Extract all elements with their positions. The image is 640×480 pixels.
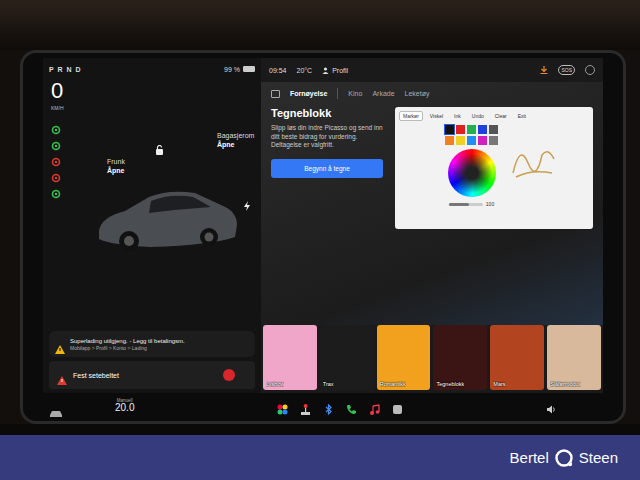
brand-logo-icon	[554, 448, 574, 468]
touch-screen: P R N D 99 % 0 KM/H FrunkÅpne BagasjeromÅpne S…	[20, 50, 626, 424]
battery-icon	[243, 66, 255, 72]
color-swatch[interactable]	[456, 125, 465, 134]
color-swatch[interactable]	[489, 125, 498, 134]
size-slider[interactable]	[449, 203, 483, 206]
feature-title: Tegneblokk	[271, 107, 383, 119]
download-icon[interactable]	[540, 66, 548, 74]
dealer-footer: Bertel Steen	[0, 435, 640, 480]
gear-selector: P R N D	[49, 66, 82, 73]
music-icon[interactable]	[369, 401, 380, 412]
app-launcher-icon[interactable]	[392, 401, 403, 412]
color-swatch[interactable]	[456, 136, 465, 145]
start-drawing-button[interactable]: Begynn å tegne	[271, 159, 383, 178]
tool-button[interactable]: Markør	[399, 111, 423, 121]
car-icon	[91, 179, 241, 259]
microphone-icon[interactable]	[223, 369, 235, 381]
brand-name: Steen	[579, 449, 618, 466]
color-swatch[interactable]	[467, 125, 476, 134]
charge-port-icon[interactable]	[243, 197, 251, 207]
tool-button[interactable]: Ink	[450, 111, 465, 121]
tab[interactable]: Arkade	[372, 88, 394, 99]
speed: 0	[51, 79, 63, 103]
color-swatch[interactable]	[467, 136, 476, 145]
size-value: 100	[486, 201, 494, 207]
airbag-icon	[585, 65, 595, 75]
indicator-icon	[51, 169, 61, 179]
color-swatch[interactable]	[445, 125, 454, 134]
color-swatch[interactable]	[445, 136, 454, 145]
indicator-icon	[51, 121, 61, 131]
color-swatch[interactable]	[478, 136, 487, 145]
warning-icon	[55, 340, 65, 349]
app-tile-row: LyshowTraxRomantikkTegneblokkMarsSjåførm…	[261, 325, 603, 393]
lock-icon[interactable]	[155, 141, 164, 151]
app-tile[interactable]: Romantikk	[377, 325, 431, 390]
brand-name: Bertel	[510, 449, 549, 466]
clock: 09:54	[269, 67, 287, 74]
indicator-icon	[51, 137, 61, 147]
feature-description: Slipp løs din indre Picasso og send inn …	[271, 124, 383, 150]
tab-bar: Fornøyelse Kino Arkade Leketøy	[271, 88, 593, 99]
trunk-button[interactable]: BagasjeromÅpne	[217, 131, 254, 149]
status-bar: 09:54 20°C Profil SOS	[261, 58, 603, 82]
dashboard-top	[0, 0, 640, 50]
app-tile[interactable]: Sjåførmodus	[547, 325, 601, 390]
app-tile[interactable]: Tegneblokk	[433, 325, 487, 390]
battery-percent: 99 %	[224, 66, 240, 73]
color-swatch[interactable]	[478, 125, 487, 134]
app-tile[interactable]: Trax	[320, 325, 374, 390]
tab[interactable]: Fornøyelse	[290, 88, 338, 99]
sketchpad-preview: MarkørViskelInkUndoClearExit 100	[395, 107, 593, 229]
tab[interactable]: Leketøy	[405, 88, 430, 99]
climate-control[interactable]: Manuell20.0	[115, 399, 134, 414]
indicator-icon	[51, 153, 61, 163]
app-panel: 09:54 20°C Profil SOS Fornøyelse Kino Arkade Le…	[261, 58, 603, 393]
tab[interactable]: Kino	[348, 88, 362, 99]
car-view: FrunkÅpne BagasjeromÅpne	[85, 79, 255, 327]
frunk-button[interactable]: FrunkÅpne	[107, 157, 125, 175]
tool-button[interactable]: Viskel	[426, 111, 447, 121]
volume-icon[interactable]	[546, 401, 557, 412]
color-swatch[interactable]	[489, 136, 498, 145]
app-tile[interactable]: Mars	[490, 325, 544, 390]
color-wheel[interactable]	[448, 149, 496, 197]
tool-button[interactable]: Clear	[491, 111, 511, 121]
dock: Manuell20.0	[43, 393, 603, 419]
vehicle-panel: P R N D 99 % 0 KM/H FrunkÅpne BagasjeromÅpne S…	[43, 58, 261, 393]
app-tile[interactable]: Lyshow	[263, 325, 317, 390]
indicator-icon	[51, 185, 61, 195]
tool-button[interactable]: Exit	[514, 111, 530, 121]
person-icon	[322, 67, 329, 74]
bluetooth-icon[interactable]	[323, 401, 334, 412]
joystick-icon[interactable]	[300, 401, 311, 412]
scribble-drawing	[508, 133, 558, 183]
menu-icon	[271, 90, 280, 98]
alert-icon	[57, 371, 67, 380]
car-icon[interactable]	[49, 403, 63, 410]
seatbelt-warning: Fest setebeltet	[49, 361, 255, 389]
outside-temp: 20°C	[297, 67, 313, 74]
supercharging-alert[interactable]: Superlading utilgjeng. - Legg til betali…	[49, 331, 255, 357]
tool-button[interactable]: Undo	[468, 111, 488, 121]
apps-icon[interactable]	[277, 401, 288, 412]
phone-icon[interactable]	[346, 401, 357, 412]
profile-button[interactable]: Profil	[322, 67, 348, 74]
entertainment-view: Fornøyelse Kino Arkade Leketøy Tegneblokk Sli…	[261, 82, 603, 325]
sos-button[interactable]: SOS	[558, 65, 575, 75]
speed-unit: KM/H	[51, 105, 64, 111]
